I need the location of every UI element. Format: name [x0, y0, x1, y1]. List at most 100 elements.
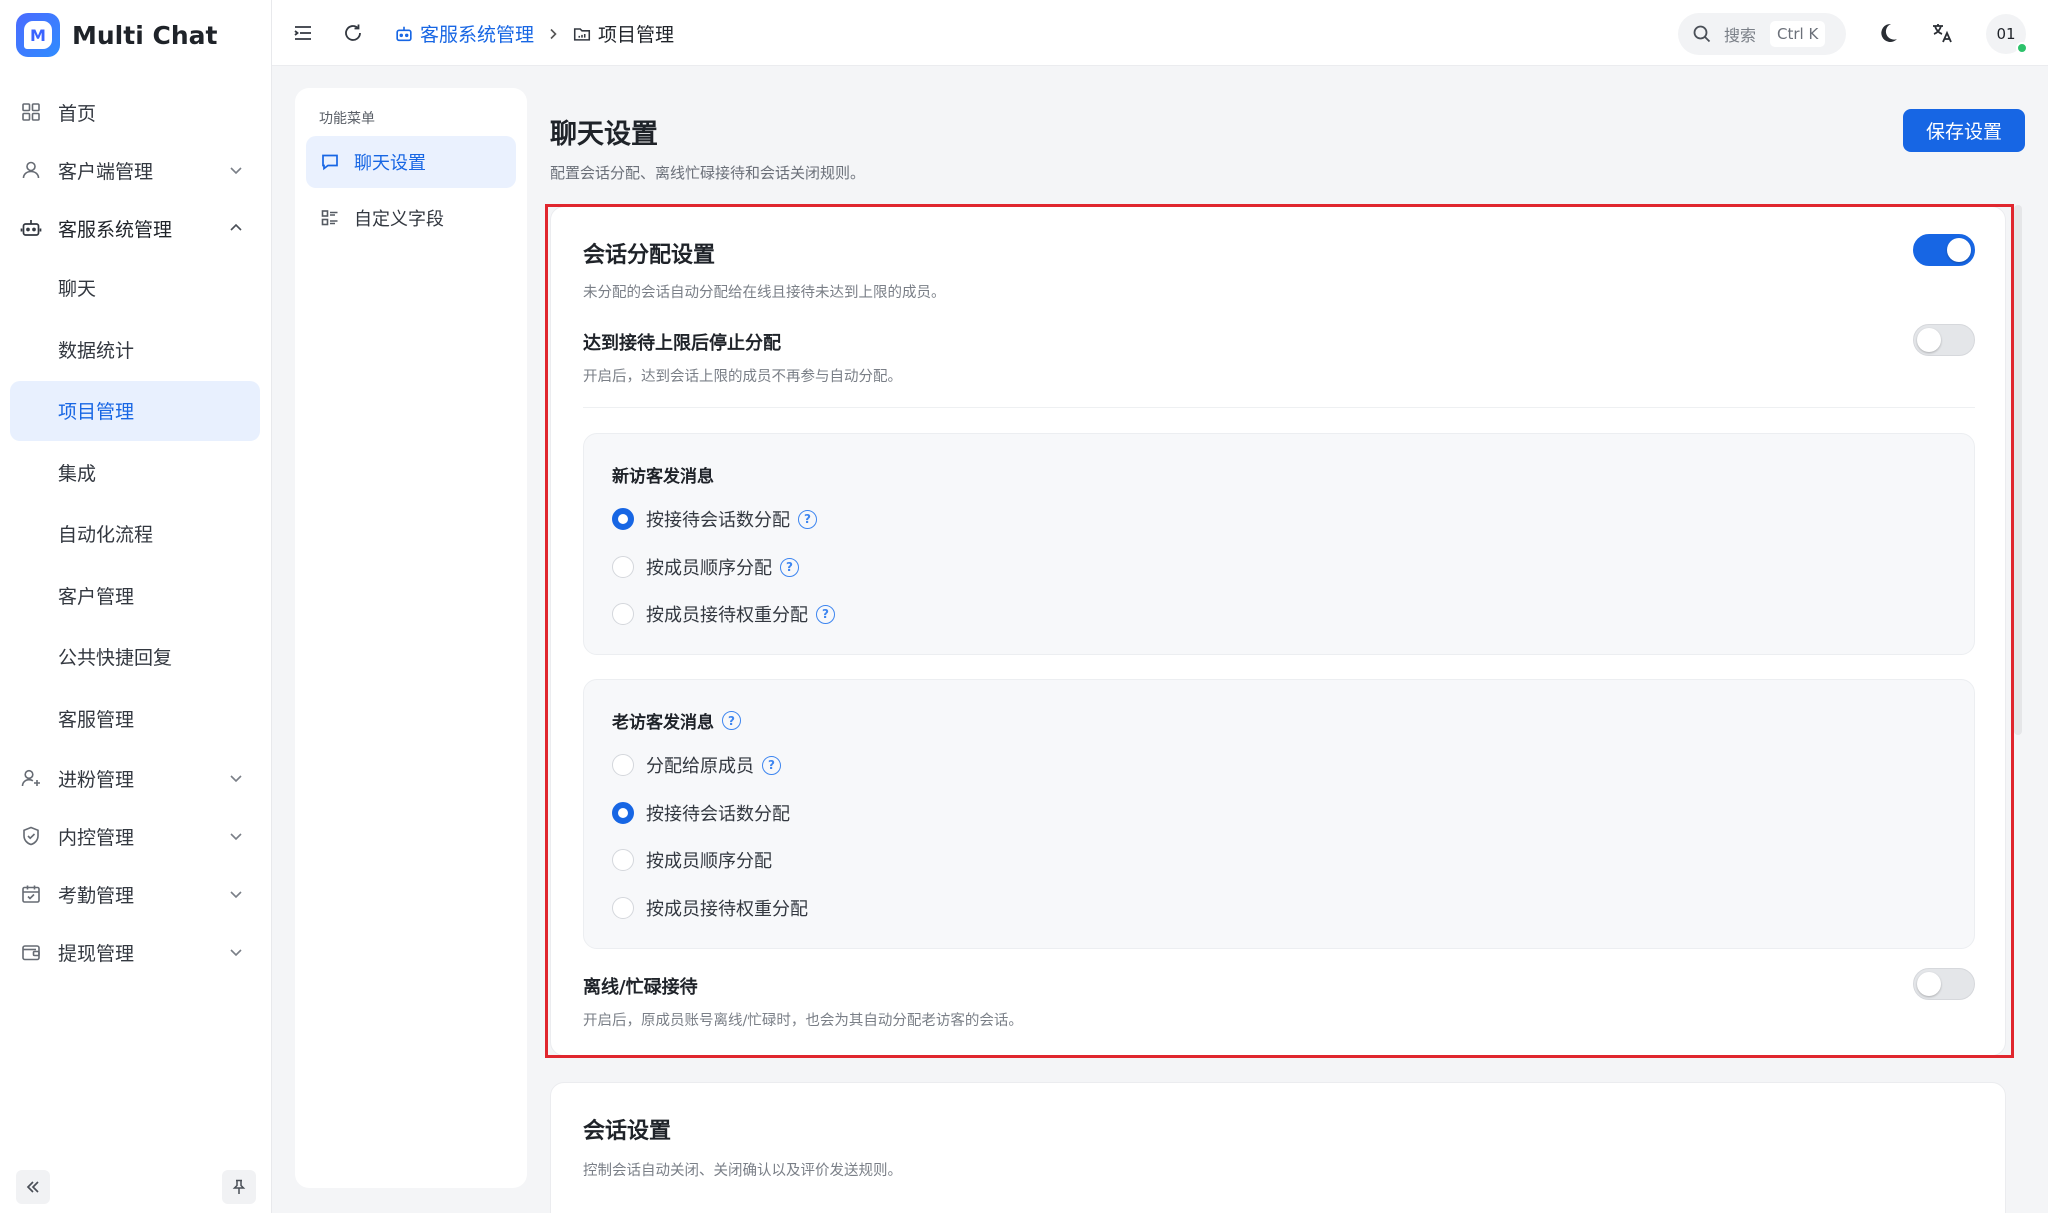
- old-visitor-panel: 老访客发消息 ? 分配给原成员 ? 按接待会话数分配 按成员顺序分配 按成员接待…: [583, 679, 1975, 949]
- save-settings-button[interactable]: 保存设置: [1903, 109, 2025, 152]
- sidebar-item-statistics[interactable]: 数据统计: [10, 320, 260, 380]
- sidebar-item-label: 首页: [58, 102, 97, 125]
- new-visitor-option-session-count[interactable]: 按接待会话数分配 ?: [612, 506, 817, 532]
- logo-letter: M: [24, 21, 52, 49]
- radio-checked[interactable]: [612, 508, 634, 530]
- old-visitor-option-original[interactable]: 分配给原成员 ?: [612, 752, 781, 778]
- sidebar-item-attendance[interactable]: 考勤管理: [10, 866, 260, 922]
- sidebar-item-cs-system[interactable]: 客服系统管理: [10, 200, 260, 256]
- option-label: 按成员顺序分配: [646, 851, 772, 872]
- menu-toggle-icon[interactable]: [292, 22, 314, 44]
- function-menu-title: 功能菜单: [319, 111, 375, 127]
- option-label: 按成员顺序分配: [646, 558, 772, 579]
- old-visitor-title-text: 老访客发消息: [612, 713, 714, 733]
- old-visitor-option-weight[interactable]: 按成员接待权重分配: [612, 895, 808, 921]
- sidebar-item-label: 客户端管理: [58, 160, 154, 183]
- offline-busy-subtitle: 开启后，原成员账号离线/忙碌时，也会为其自动分配老访客的会话。: [583, 1013, 1023, 1029]
- search-shortcut: Ctrl K: [1770, 21, 1826, 47]
- chevron-up-icon: [230, 223, 242, 231]
- help-question-icon[interactable]: ?: [798, 509, 817, 529]
- sidebar-item-quick-reply[interactable]: 公共快捷回复: [10, 627, 260, 687]
- sidebar-item-label: 集成: [58, 462, 97, 485]
- search-box[interactable]: 搜索 Ctrl K: [1678, 13, 1846, 55]
- sidebar-item-label: 提现管理: [58, 942, 135, 965]
- help-question-icon[interactable]: ?: [780, 557, 799, 577]
- offline-busy-title: 离线/忙碌接待: [583, 977, 698, 998]
- chevron-down-icon: [230, 891, 242, 899]
- user-avatar[interactable]: 01: [1986, 14, 2028, 54]
- sidebar-nav: 首页 客户端管理 客服系统管理 聊天 数据统计 项目管理 集成 自动化流程 客户…: [10, 84, 260, 982]
- chat-bubble-icon: [322, 154, 338, 171]
- old-visitor-title: 老访客发消息 ?: [612, 708, 741, 733]
- chevron-down-icon: [230, 167, 242, 175]
- sidebar: M Multi Chat 首页 客户端管理 客服系统管理 聊天 数据统计 项目管…: [0, 0, 272, 1213]
- sidebar-item-label: 考勤管理: [58, 884, 135, 907]
- toggle-knob: [1947, 238, 1971, 262]
- page-subtitle: 配置会话分配、离线忙碌接待和会话关闭规则。: [550, 164, 866, 182]
- radio-unchecked[interactable]: [612, 849, 634, 871]
- offline-busy-toggle[interactable]: [1913, 968, 1975, 1000]
- radio-unchecked[interactable]: [612, 754, 634, 776]
- collapse-sidebar-button[interactable]: [16, 1170, 50, 1204]
- robot-icon: [20, 220, 42, 236]
- func-item-label: 聊天设置: [354, 153, 426, 174]
- session-title: 会话设置: [583, 1119, 672, 1144]
- limit-stop-toggle[interactable]: [1913, 324, 1975, 356]
- func-item-chat-settings[interactable]: 聊天设置: [306, 136, 516, 188]
- dark-mode-moon-icon[interactable]: [1876, 21, 1900, 45]
- radio-checked[interactable]: [612, 802, 634, 824]
- home-grid-icon: [22, 103, 40, 121]
- pin-sidebar-button[interactable]: [222, 1170, 256, 1204]
- sidebar-item-label: 公共快捷回复: [58, 647, 173, 670]
- sidebar-item-chat[interactable]: 聊天: [10, 258, 260, 318]
- sidebar-item-withdrawal[interactable]: 提现管理: [10, 924, 260, 980]
- sidebar-item-customer-management[interactable]: 客户管理: [10, 566, 260, 626]
- sidebar-item-client-management[interactable]: 客户端管理: [10, 142, 260, 198]
- sidebar-item-integration[interactable]: 集成: [10, 443, 260, 503]
- old-visitor-option-session-count[interactable]: 按接待会话数分配: [612, 800, 790, 826]
- toggle-knob: [1917, 328, 1941, 352]
- sidebar-item-label: 客户管理: [58, 585, 135, 608]
- sidebar-item-project-management[interactable]: 项目管理: [10, 381, 260, 441]
- chevron-down-icon: [230, 833, 242, 841]
- help-question-icon[interactable]: ?: [816, 604, 835, 624]
- new-visitor-option-weight[interactable]: 按成员接待权重分配 ?: [612, 601, 835, 627]
- sidebar-item-label: 数据统计: [58, 339, 135, 362]
- brand[interactable]: M Multi Chat: [16, 12, 217, 58]
- page-title: 聊天设置: [550, 119, 658, 150]
- help-question-icon[interactable]: ?: [722, 711, 741, 730]
- double-chevron-left-icon: [26, 1181, 39, 1193]
- radio-unchecked[interactable]: [612, 603, 634, 625]
- option-label: 分配给原成员: [646, 756, 754, 777]
- help-question-icon[interactable]: ?: [762, 755, 781, 775]
- assignment-toggle[interactable]: [1913, 234, 1975, 266]
- list-form-icon: [321, 210, 338, 226]
- sidebar-item-follower-management[interactable]: 进粉管理: [10, 750, 260, 806]
- sidebar-item-label: 客服系统管理: [58, 218, 173, 241]
- refresh-icon[interactable]: [342, 22, 364, 44]
- new-visitor-title-text: 新访客发消息: [612, 467, 714, 487]
- top-header: 客服系统管理 项目管理 搜索 Ctrl K 01: [272, 0, 2048, 66]
- sidebar-item-home[interactable]: 首页: [10, 84, 260, 140]
- option-label: 按成员接待权重分配: [646, 605, 808, 626]
- sidebar-item-agent-management[interactable]: 客服管理: [10, 689, 260, 749]
- avatar-text: 01: [1996, 25, 2016, 43]
- func-item-custom-fields[interactable]: 自定义字段: [306, 192, 516, 244]
- radio-unchecked[interactable]: [612, 897, 634, 919]
- breadcrumb-separator-icon: [546, 27, 560, 41]
- chevron-down-icon: [230, 949, 242, 957]
- folder-icon: [573, 27, 591, 41]
- radio-unchecked[interactable]: [612, 556, 634, 578]
- assignment-subtitle: 未分配的会话自动分配给在线且接待未达到上限的成员。: [583, 285, 946, 301]
- sidebar-item-automation[interactable]: 自动化流程: [10, 504, 260, 564]
- breadcrumb-item-cs-system[interactable]: 客服系统管理: [394, 20, 534, 47]
- old-visitor-option-member-order[interactable]: 按成员顺序分配: [612, 847, 772, 873]
- divider: [583, 407, 1975, 408]
- sidebar-item-internal-control[interactable]: 内控管理: [10, 808, 260, 864]
- new-visitor-option-member-order[interactable]: 按成员顺序分配 ?: [612, 554, 799, 580]
- sidebar-item-label: 自动化流程: [58, 524, 154, 547]
- scrollbar[interactable]: [2014, 205, 2022, 735]
- user-plus-icon: [21, 769, 40, 787]
- translate-icon[interactable]: [1930, 21, 1954, 45]
- sidebar-item-label: 内控管理: [58, 826, 135, 849]
